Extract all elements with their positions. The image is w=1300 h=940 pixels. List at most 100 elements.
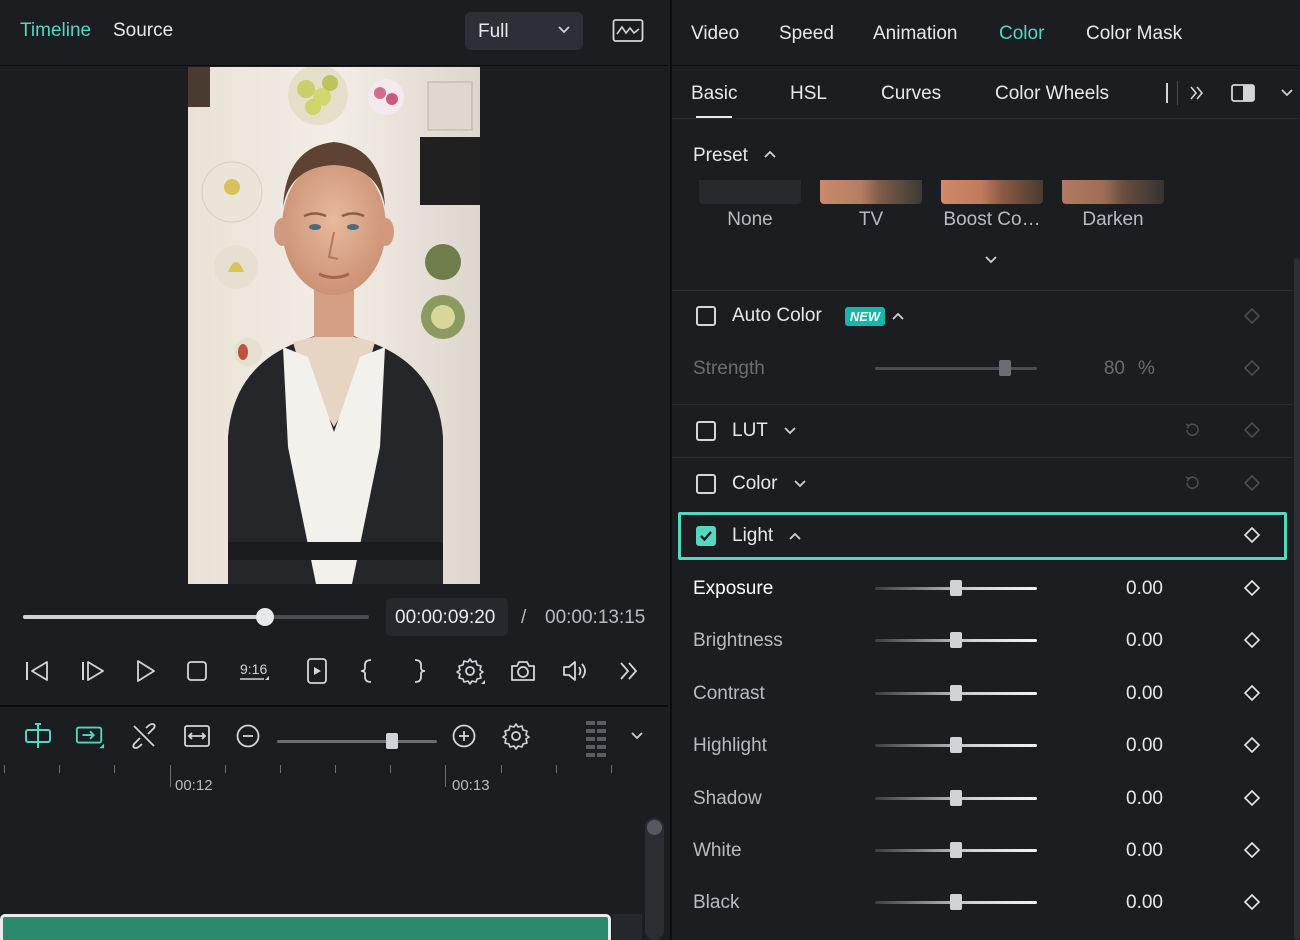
subtab-curves[interactable]: Curves (881, 83, 941, 105)
zoom-slider-handle[interactable] (386, 733, 399, 749)
mark-out-icon[interactable] (404, 656, 434, 686)
keyframe-diamond-icon[interactable] (1241, 787, 1263, 809)
tab-video[interactable]: Video (691, 23, 739, 45)
chevron-up-icon[interactable] (763, 149, 777, 159)
preset-tv[interactable]: TV (820, 180, 922, 231)
slider-handle[interactable] (950, 842, 962, 858)
timeline-ruler[interactable]: 00:12 00:13 (0, 765, 668, 805)
keyframe-diamond-icon[interactable] (1241, 419, 1263, 441)
chevron-down-icon[interactable] (1280, 88, 1294, 98)
video-clip[interactable] (0, 914, 611, 940)
keyframe-diamond-icon[interactable] (1241, 682, 1263, 704)
chevron-down-icon[interactable] (622, 721, 652, 751)
light-param-value[interactable]: 0.00 (1103, 840, 1163, 862)
quality-dropdown[interactable]: Full (465, 12, 583, 50)
slider-handle[interactable] (950, 580, 962, 596)
subtab-color-wheels[interactable]: Color Wheels (995, 83, 1109, 105)
current-time-field[interactable]: 00:00:09:20 (386, 598, 508, 636)
expand-presets-chevron-down-icon[interactable] (984, 255, 998, 265)
light-param-value[interactable]: 0.00 (1103, 788, 1163, 810)
render-settings-icon[interactable] (456, 656, 486, 686)
light-param-slider[interactable] (875, 790, 1037, 806)
slider-handle[interactable] (950, 685, 962, 701)
waveform-scope-icon[interactable] (612, 18, 644, 44)
light-param-slider[interactable] (875, 894, 1037, 910)
snapshot-frame-icon[interactable] (302, 656, 332, 686)
compare-view-icon[interactable] (1230, 82, 1256, 104)
fit-timeline-icon[interactable] (182, 721, 212, 751)
timeline-settings-gear-icon[interactable] (501, 721, 531, 751)
preset-section-title[interactable]: Preset (693, 145, 748, 167)
mark-in-icon[interactable] (352, 656, 382, 686)
aspect-ratio-button[interactable]: 9:16 (236, 656, 272, 686)
light-param-slider[interactable] (875, 842, 1037, 858)
zoom-in-icon[interactable] (449, 721, 479, 751)
camera-icon[interactable] (508, 656, 538, 686)
light-param-value[interactable]: 0.00 (1103, 735, 1163, 757)
playhead-handle[interactable] (256, 608, 275, 626)
tab-speed[interactable]: Speed (779, 23, 834, 45)
panel-scrollbar[interactable] (1294, 258, 1300, 940)
light-param-value[interactable]: 0.00 (1103, 578, 1163, 600)
chevron-down-icon[interactable] (783, 426, 797, 436)
keyframe-diamond-icon[interactable] (1241, 305, 1263, 327)
timeline-zoom-slider[interactable] (277, 733, 437, 749)
zoom-out-icon[interactable] (233, 721, 263, 751)
tab-animation[interactable]: Animation (873, 23, 958, 45)
slider-handle[interactable] (950, 790, 962, 806)
stop-icon[interactable] (182, 656, 212, 686)
subtab-basic[interactable]: Basic (691, 83, 737, 105)
reset-icon[interactable] (1183, 421, 1203, 441)
next-frame-icon[interactable] (78, 656, 108, 686)
strength-value[interactable]: 80 (1065, 358, 1125, 380)
slider-handle[interactable] (950, 737, 962, 753)
light-param-slider[interactable] (875, 632, 1037, 648)
reset-icon[interactable] (1183, 474, 1203, 494)
light-param-slider[interactable] (875, 737, 1037, 753)
keyframe-diamond-icon[interactable] (1241, 524, 1263, 546)
slider-handle[interactable] (950, 894, 962, 910)
auto-color-checkbox[interactable] (696, 306, 716, 326)
timeline-vertical-scrollbar[interactable] (645, 818, 664, 940)
more-tabs-icon[interactable] (1188, 84, 1206, 102)
preset-none[interactable]: None (699, 180, 801, 231)
track-grid-icon[interactable] (581, 721, 611, 757)
previous-frame-icon[interactable] (22, 656, 52, 686)
light-param-value[interactable]: 0.00 (1103, 683, 1163, 705)
play-icon[interactable] (130, 656, 160, 686)
lut-checkbox[interactable] (696, 421, 716, 441)
tab-timeline[interactable]: Timeline (20, 20, 91, 42)
keyframe-diamond-icon[interactable] (1241, 891, 1263, 913)
subtab-hsl[interactable]: HSL (790, 83, 827, 105)
color-checkbox[interactable] (696, 474, 716, 494)
keyframe-diamond-icon[interactable] (1241, 577, 1263, 599)
chevron-down-icon[interactable] (793, 479, 807, 489)
more-controls-icon[interactable] (614, 656, 644, 686)
slider-handle[interactable] (998, 360, 1011, 376)
tab-source[interactable]: Source (113, 20, 173, 42)
scrollbar-thumb[interactable] (647, 820, 662, 835)
keyframe-diamond-icon[interactable] (1241, 734, 1263, 756)
strength-slider[interactable] (875, 360, 1037, 376)
slider-handle[interactable] (950, 632, 962, 648)
tab-color[interactable]: Color (999, 23, 1044, 45)
tab-color-mask[interactable]: Color Mask (1086, 23, 1182, 45)
light-param-slider[interactable] (875, 580, 1037, 596)
keyframe-diamond-icon[interactable] (1241, 357, 1263, 379)
keyframe-diamond-icon[interactable] (1241, 472, 1263, 494)
light-param-slider[interactable] (875, 685, 1037, 701)
chevron-up-icon[interactable] (788, 531, 802, 541)
preset-darken[interactable]: Darken (1062, 180, 1164, 231)
video-preview[interactable] (0, 67, 668, 590)
link-clips-icon[interactable] (75, 721, 105, 751)
chevron-up-icon[interactable] (891, 311, 905, 321)
auto-ripple-icon[interactable] (23, 721, 53, 751)
preset-boost-color[interactable]: Boost Co… (941, 180, 1043, 231)
keyframe-diamond-icon[interactable] (1241, 839, 1263, 861)
light-param-value[interactable]: 0.00 (1103, 630, 1163, 652)
light-checkbox[interactable] (696, 526, 716, 546)
unlink-icon[interactable] (129, 721, 159, 751)
keyframe-diamond-icon[interactable] (1241, 629, 1263, 651)
light-param-value[interactable]: 0.00 (1103, 892, 1163, 914)
volume-icon[interactable] (561, 656, 591, 686)
